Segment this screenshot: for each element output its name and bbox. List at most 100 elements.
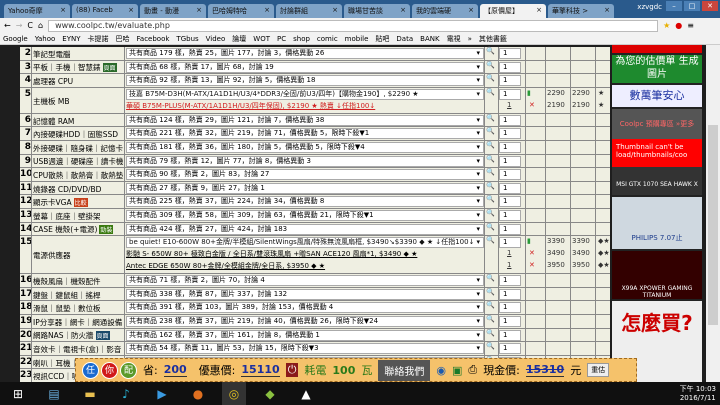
product-select[interactable]: 共有商品 90 樣，熱賣 2，圖片 83，討論 27 — [126, 169, 484, 181]
quantity-select[interactable]: 1 — [499, 75, 521, 87]
delete-icon[interactable]: ✕ — [529, 261, 535, 269]
quantity-select[interactable]: 1 — [499, 288, 521, 300]
star-icon[interactable]: ★ — [663, 21, 670, 30]
tab-close-icon[interactable]: × — [264, 6, 270, 16]
search-icon[interactable]: 🔍 — [486, 209, 495, 217]
tab-close-icon[interactable]: × — [468, 6, 474, 16]
alt-quantity[interactable]: 1 — [507, 261, 511, 269]
bookmark-item[interactable]: EYNY — [62, 35, 80, 43]
search-icon[interactable]: 🔍 — [486, 223, 495, 231]
ad-msi[interactable]: MSI GTX 1070 SEA HAWK X — [612, 167, 702, 195]
photos-icon[interactable]: ▲ — [294, 382, 318, 405]
delete-icon[interactable]: ✕ — [529, 101, 535, 109]
product-select[interactable]: 共有商品 221 樣，熱賣 32，圖片 219，討論 71，價格異動 5，限時下… — [126, 128, 484, 140]
bookmark-item[interactable]: Facebook — [137, 35, 170, 43]
search-icon[interactable]: 🔍 — [486, 155, 495, 163]
quantity-select[interactable]: 1 — [499, 48, 521, 59]
adblock-icon[interactable]: ● — [675, 21, 682, 30]
tab-close-icon[interactable]: × — [536, 6, 542, 16]
contact-button[interactable]: 聯絡我們 — [378, 359, 431, 381]
product-select[interactable]: 共有商品 391 樣，熱賣 103，圖片 389，討論 153，價格異動 4 — [126, 302, 484, 314]
search-icon[interactable]: 🔍 — [486, 301, 495, 309]
product-select[interactable]: 共有商品 179 樣，熱賣 25，圖片 177，討論 3，價格異動 26 — [126, 48, 484, 59]
add-icon[interactable]: ▮ — [527, 89, 531, 97]
bookmark-item[interactable]: comic — [317, 35, 338, 43]
search-icon[interactable]: 🔍 — [486, 288, 495, 296]
product-select[interactable]: 共有商品 27 樣，熱賣 9，圖片 27，討論 1 — [126, 182, 484, 194]
menu-icon[interactable]: ≡ — [687, 21, 694, 30]
music-icon[interactable]: ♪ — [114, 382, 138, 405]
quantity-select[interactable]: 1 — [499, 275, 521, 287]
search-icon[interactable]: 🔍 — [486, 141, 495, 149]
quantity-select[interactable]: 1 — [499, 155, 521, 167]
quantity-select[interactable]: 1 — [499, 210, 521, 221]
search-icon[interactable]: 🔍 — [486, 114, 495, 122]
search-icon[interactable]: 🔍 — [486, 182, 495, 190]
quantity-select[interactable]: 1 — [499, 61, 521, 73]
product-select[interactable]: 共有商品 68 樣，熱賣 17，圖片 68，討論 19 — [126, 61, 484, 73]
bookmark-item[interactable]: 論壇 — [232, 34, 246, 44]
tab-close-icon[interactable]: × — [60, 6, 66, 16]
bookmark-item[interactable]: Yahoo — [35, 35, 56, 43]
tab[interactable]: 職場甘苦談 × — [344, 4, 410, 18]
quantity-select[interactable]: 1 — [499, 329, 521, 341]
reload-icon[interactable]: C — [27, 21, 33, 30]
product-select[interactable]: 共有商品 92 樣，熱賣 13，圖片 92，討論 5，價格異動 18 — [126, 75, 484, 87]
tab-close-icon[interactable]: × — [332, 6, 338, 16]
alt-quantity[interactable]: 1 — [507, 249, 511, 257]
search-icon[interactable]: 🔍 — [486, 236, 495, 244]
bookmark-item[interactable]: 其他書籤 — [479, 34, 507, 44]
quantity-select[interactable]: 1 — [499, 88, 521, 100]
product-select[interactable]: be quiet! E10-600W 80+金牌/半模組/SilentWings… — [126, 237, 484, 249]
quantity-select[interactable]: 1 — [499, 142, 521, 153]
search-icon[interactable]: 🔍 — [486, 127, 495, 135]
search-icon[interactable]: 🔍 — [486, 274, 495, 282]
bookmark-item[interactable]: 巴哈 — [116, 34, 130, 44]
quantity-select[interactable]: 1 — [499, 343, 521, 355]
bookmark-item[interactable]: » — [468, 35, 472, 43]
product-select[interactable]: 共有商品 238 樣，熱賣 37，圖片 219，討論 40，價格異動 26，限時… — [126, 316, 484, 327]
ad-preorder[interactable]: Coolpc 預購專區 »更多 — [612, 109, 702, 139]
profile-name[interactable]: xzvgdc — [637, 3, 662, 11]
maximize-button[interactable]: □ — [684, 1, 700, 11]
quantity-select[interactable]: 1 — [499, 223, 521, 235]
tab-close-icon[interactable]: × — [196, 6, 202, 16]
bookmark-item[interactable]: WOT — [253, 35, 270, 43]
chrome-icon[interactable]: ◎ — [222, 382, 246, 405]
quantity-select[interactable]: 1 — [499, 316, 521, 327]
product-select[interactable]: 共有商品 79 樣，熱賣 12，圖片 77，討論 8，價格異動 3 — [126, 155, 484, 167]
bookmark-item[interactable]: 電視 — [447, 34, 461, 44]
back-icon[interactable]: ← — [4, 21, 11, 30]
category-tag[interactable]: 勁裝 — [99, 225, 114, 235]
alt-product-link[interactable]: Antec EDGE 650W 80+金牌/全模組金牌/全日系, $3950 ◆… — [126, 261, 325, 271]
product-select[interactable]: 共有商品 54 樣，熱賣 11，圖片 53，討論 15，限時下殺▼3 — [126, 343, 484, 355]
ad-philips[interactable]: PHILIPS 7.07止 — [612, 197, 702, 249]
clock[interactable]: 下午 10:03 2016/7/11 — [680, 385, 716, 403]
bluestacks-icon[interactable]: ◆ — [258, 382, 282, 405]
bookmark-item[interactable]: BANK — [420, 35, 439, 43]
alt-product-link[interactable]: 影馳 S- 650W 80+ 極致白金版 / 全日系/雙滾珠風扇 +贈SAN A… — [126, 249, 417, 259]
home-icon[interactable]: ⌂ — [38, 21, 43, 30]
tab[interactable]: 【原價屋】 × — [480, 4, 546, 18]
quantity-select[interactable]: 1 — [499, 182, 521, 194]
search-icon[interactable]: 🔍 — [486, 342, 495, 350]
reset-button[interactable]: 重估 — [587, 363, 610, 377]
product-select[interactable]: 共有商品 181 樣，熱賣 36，圖片 180，討論 5，價格異動 5，限時下殺… — [126, 142, 484, 153]
close-button[interactable]: ✕ — [702, 1, 718, 11]
tab[interactable]: 動畫 - 動漫 × — [140, 4, 206, 18]
bookmark-item[interactable]: 貼吧 — [375, 34, 389, 44]
product-select[interactable]: 共有商品 71 樣，熱賣 2，圖片 70，討論 4 — [126, 275, 484, 287]
bookmark-item[interactable]: 卡提諾 — [88, 34, 109, 44]
firefox-icon[interactable]: ● — [186, 382, 210, 405]
product-select[interactable]: 共有商品 225 樣，熱賣 37，圖片 224，討論 34，價格異動 8 — [126, 196, 484, 208]
product-select[interactable]: 共有商品 162 樣，熱賣 37，圖片 161，討論 8，價格異動 1 — [126, 329, 484, 341]
start-icon[interactable]: ⊞ — [6, 382, 30, 405]
quantity-select[interactable]: 1 — [499, 237, 521, 249]
quantity-select[interactable]: 1 — [499, 302, 521, 314]
tab-close-icon[interactable]: × — [128, 6, 134, 16]
tab[interactable]: Yahoo奇摩 × — [4, 4, 70, 18]
alt-product-link[interactable]: 華碩 B75M-PLUS(M-ATX/1A1D1H/U3/四年保固), $219… — [126, 101, 375, 111]
ad-x99a[interactable]: X99A XPOWER GAMING TITANIUM — [612, 251, 702, 299]
bookmark-item[interactable]: TGbus — [176, 35, 198, 43]
search-icon[interactable]: 🔍 — [486, 47, 495, 55]
